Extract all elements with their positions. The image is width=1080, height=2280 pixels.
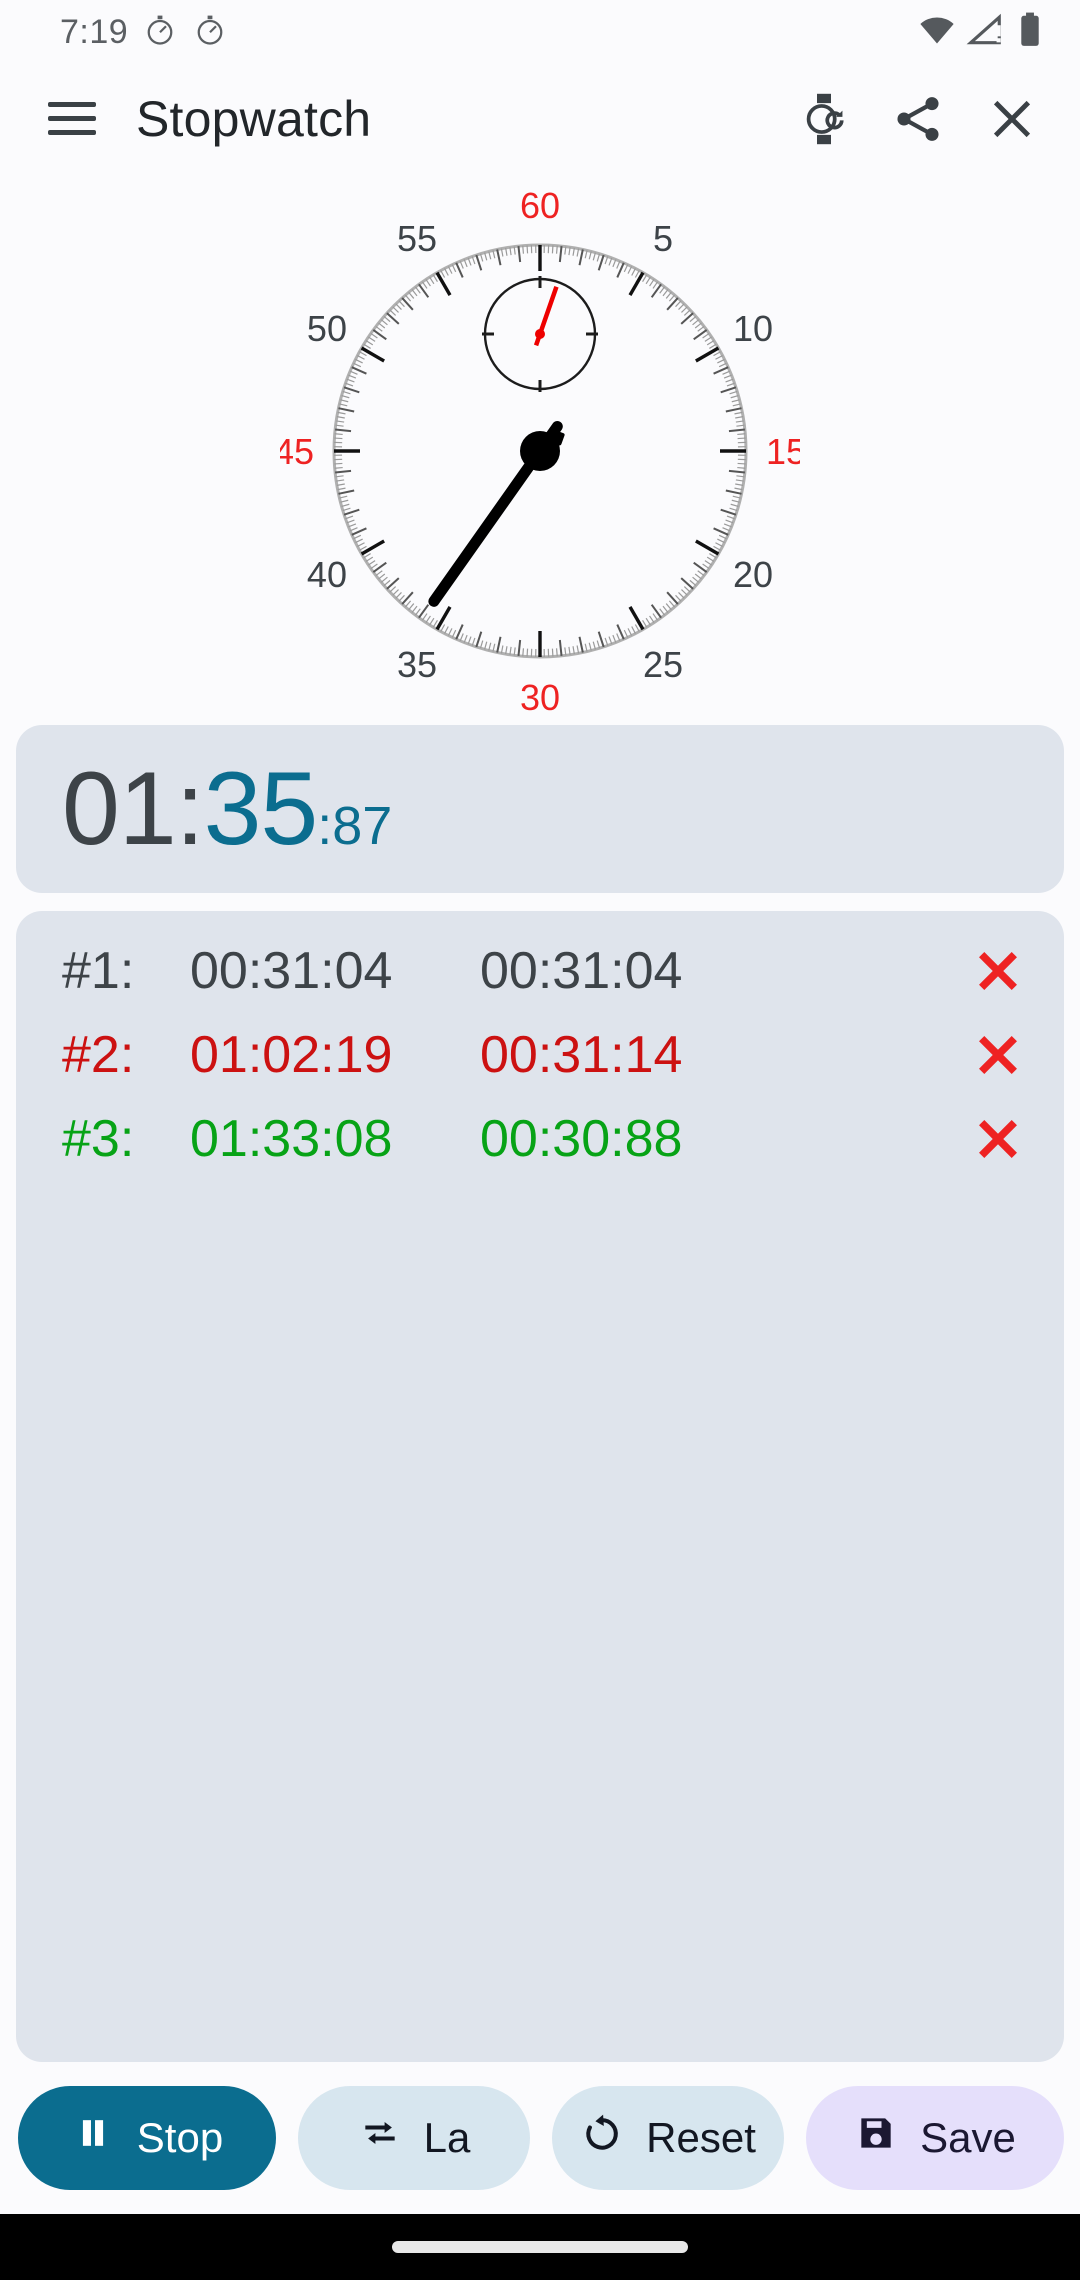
stopwatch-app-screen: 7:19 Stopwatch 60 5 10 15 20 25 30 35 40… bbox=[0, 0, 1080, 2280]
status-bar: 7:19 bbox=[0, 0, 1080, 64]
lap-index: #1: bbox=[62, 942, 135, 1000]
status-bar-right bbox=[918, 11, 1046, 54]
lap-total-time: 01:02:19 bbox=[190, 1026, 393, 1084]
dial-label-5: 5 bbox=[653, 217, 673, 258]
dial-label-30: 30 bbox=[520, 677, 560, 711]
table-row[interactable]: #1: 00:31:04 00:31:04 bbox=[16, 929, 1064, 1013]
battery-full-icon bbox=[1014, 11, 1046, 54]
save-button-label: Save bbox=[920, 2114, 1016, 2161]
lap-list[interactable]: #1: 00:31:04 00:31:04 #2: 01:02:19 00:31:14 #3… bbox=[16, 911, 1064, 2062]
close-x-icon[interactable] bbox=[962, 1103, 1034, 1175]
time-row: 01: 35 :87 bbox=[62, 757, 392, 861]
lap-total-time: 01:33:08 bbox=[190, 1110, 393, 1168]
home-gesture-pill[interactable] bbox=[392, 2241, 688, 2253]
table-row[interactable]: #2: 01:02:19 00:31:14 bbox=[16, 1013, 1064, 1097]
dial-face: 60 5 10 15 20 25 30 35 40 45 50 55 bbox=[280, 191, 800, 711]
undo-icon bbox=[580, 2111, 624, 2165]
hamburger-bars bbox=[48, 102, 96, 136]
stopwatch-dial[interactable]: 60 5 10 15 20 25 30 35 40 45 50 55 bbox=[0, 174, 1080, 719]
lap-split-time: 00:31:14 bbox=[480, 1026, 683, 1084]
share-icon[interactable] bbox=[876, 77, 960, 161]
dial-label-45: 45 bbox=[280, 431, 314, 472]
lap-split-time: 00:30:88 bbox=[480, 1110, 683, 1168]
stopwatch-icon bbox=[142, 12, 178, 53]
watch-sync-icon[interactable] bbox=[782, 77, 866, 161]
dial-label-20: 20 bbox=[733, 554, 773, 595]
table-row[interactable]: #3: 01:33:08 00:30:88 bbox=[16, 1097, 1064, 1181]
stopwatch-icon bbox=[192, 12, 228, 53]
dial-label-55: 55 bbox=[397, 217, 437, 258]
lap-index: #2: bbox=[62, 1026, 135, 1084]
stop-button[interactable]: Stop bbox=[18, 2086, 276, 2190]
floppy-disk-icon bbox=[854, 2111, 898, 2165]
gesture-nav-bar bbox=[0, 2214, 1080, 2280]
pause-icon bbox=[71, 2111, 115, 2165]
lap-button[interactable]: La bbox=[298, 2086, 530, 2190]
close-icon[interactable] bbox=[970, 77, 1054, 161]
main-time-display[interactable]: 01: 35 :87 bbox=[16, 725, 1064, 893]
app-bar: Stopwatch bbox=[0, 64, 1080, 174]
status-bar-clock: 7:19 bbox=[60, 12, 129, 51]
close-x-icon[interactable] bbox=[962, 935, 1034, 1007]
save-button[interactable]: Save bbox=[806, 2086, 1064, 2190]
no-sim-warning-icon bbox=[966, 11, 1004, 54]
lap-button-label: La bbox=[423, 2114, 471, 2161]
lap-split-time: 00:31:04 bbox=[480, 942, 683, 1000]
time-seconds: 35 bbox=[203, 751, 319, 867]
dial-label-15: 15 bbox=[766, 431, 800, 472]
reset-button[interactable]: Reset bbox=[552, 2086, 784, 2190]
page-title: Stopwatch bbox=[136, 91, 372, 147]
lap-index: #3: bbox=[62, 1110, 135, 1168]
lap-total-time: 00:31:04 bbox=[190, 942, 393, 1000]
dial-label-40: 40 bbox=[307, 554, 347, 595]
hamburger-menu-icon[interactable] bbox=[30, 77, 114, 161]
action-button-bar: Stop La Reset Save bbox=[0, 2062, 1080, 2214]
dial-label-10: 10 bbox=[733, 308, 773, 349]
time-minutes: 01: bbox=[62, 751, 205, 867]
dial-label-60: 60 bbox=[520, 191, 560, 226]
dial-label-50: 50 bbox=[307, 308, 347, 349]
app-bar-actions bbox=[782, 77, 1054, 161]
swap-icon bbox=[358, 2111, 402, 2165]
time-fraction: :87 bbox=[317, 796, 393, 856]
reset-button-label: Reset bbox=[646, 2114, 756, 2161]
dial-label-25: 25 bbox=[643, 644, 683, 685]
wifi-icon bbox=[918, 11, 956, 54]
dial-label-35: 35 bbox=[397, 644, 437, 685]
status-bar-left: 7:19 bbox=[60, 12, 228, 53]
stop-button-label: Stop bbox=[136, 2114, 224, 2161]
close-x-icon[interactable] bbox=[962, 1019, 1034, 1091]
